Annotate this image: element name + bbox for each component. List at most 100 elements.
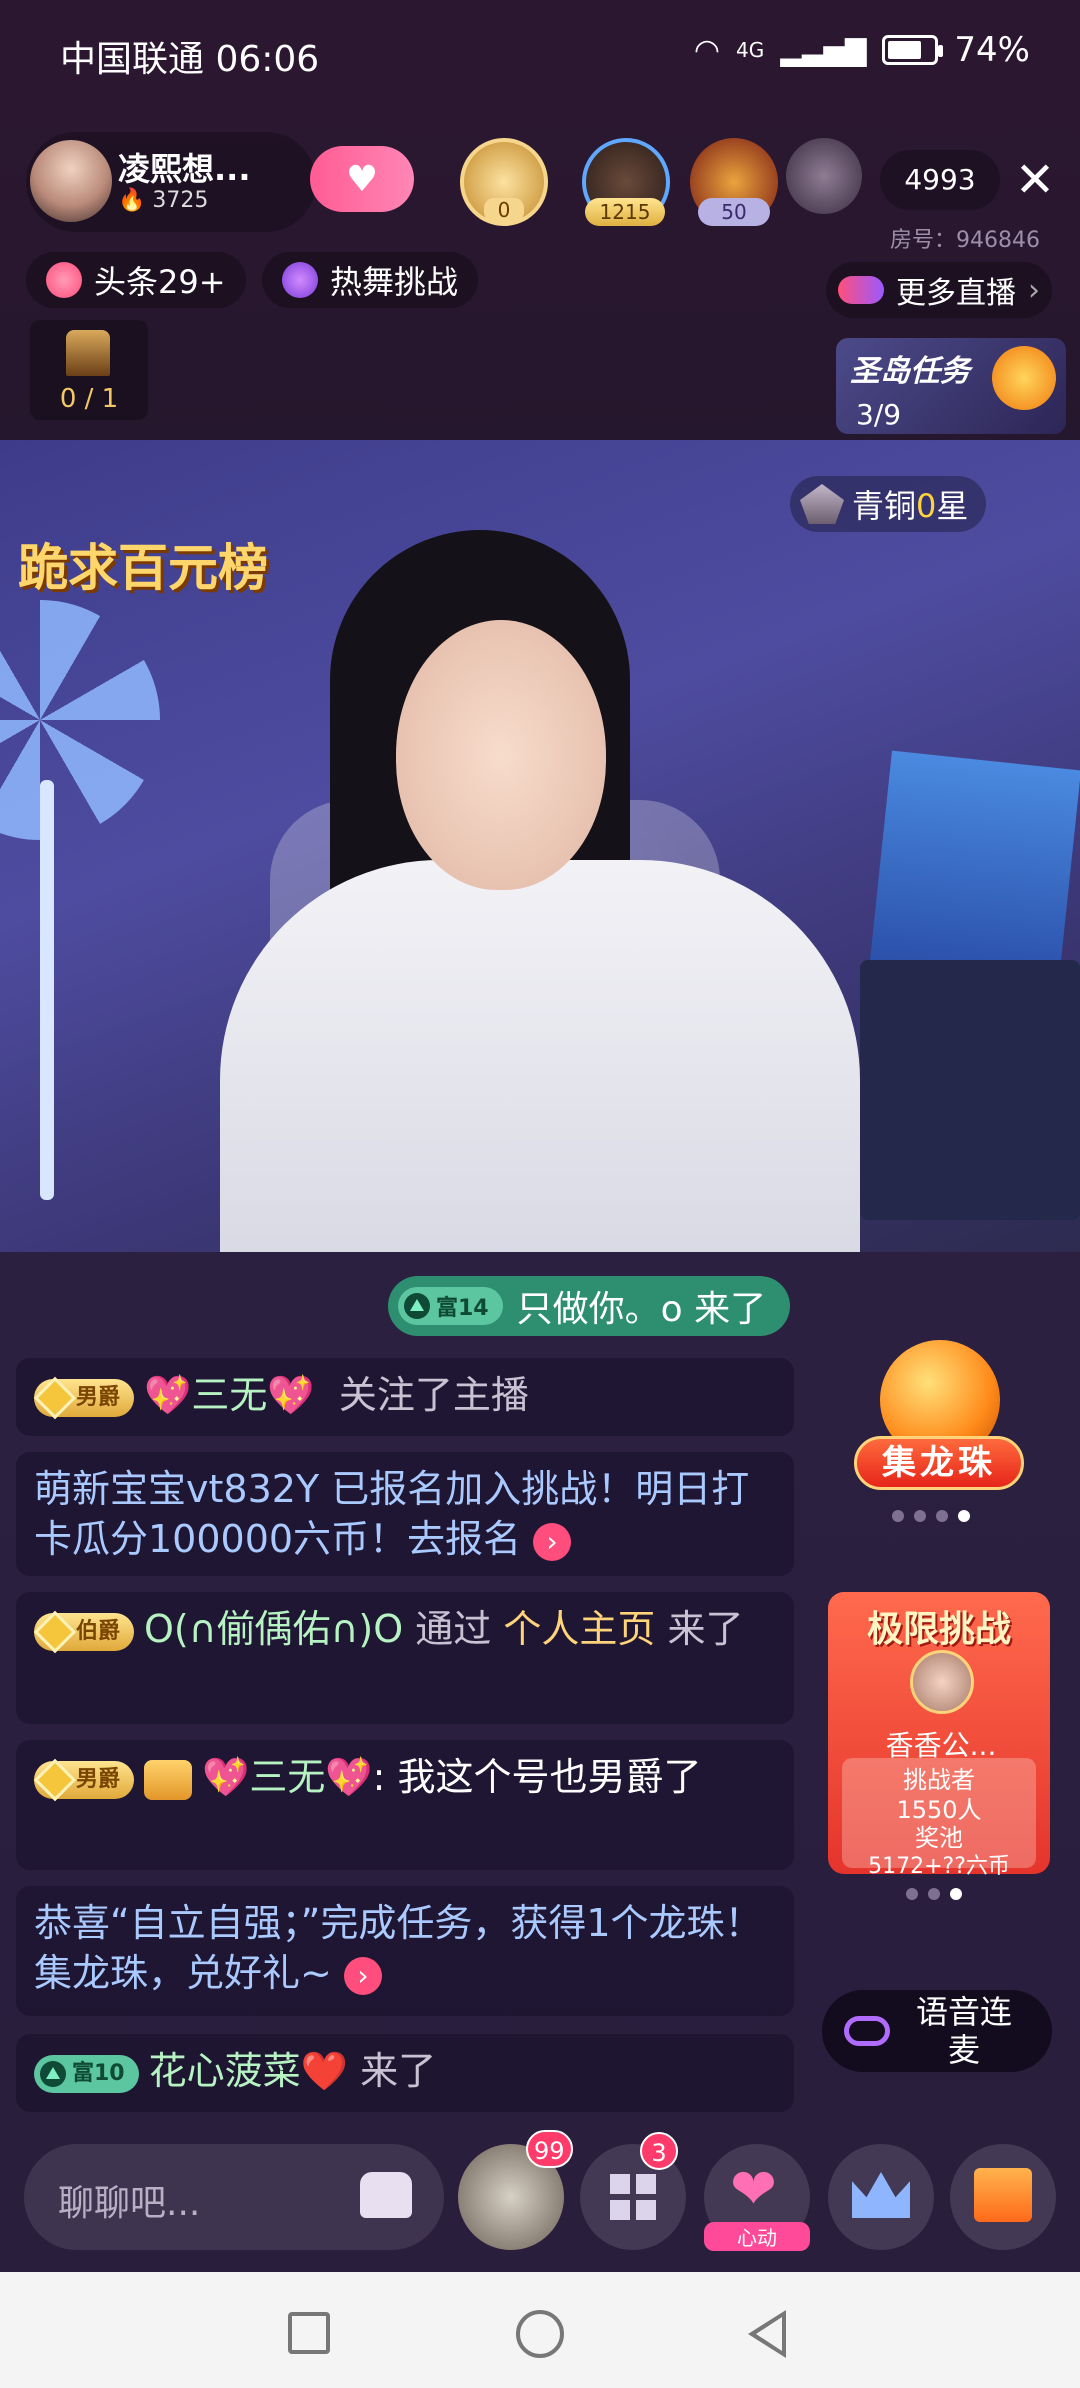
island-task-progress: 3/9 — [856, 398, 902, 431]
dragon-ball-label[interactable]: 集龙珠 — [854, 1436, 1024, 1490]
top-viewer-badge-2: 50 — [698, 198, 770, 226]
wifi-icon: ◠ — [693, 32, 721, 68]
host-heat: 🔥 3725 — [118, 188, 208, 213]
dance-challenge-label: 热舞挑战 — [330, 263, 459, 301]
noble-badge-text: 男爵 — [76, 1766, 121, 1792]
chevron-right-icon[interactable]: › — [533, 1522, 572, 1561]
noble-badge-text: 伯爵 — [76, 1618, 121, 1644]
battery-percent: 74% — [954, 30, 1030, 70]
chat-message[interactable]: 伯爵 O(∩偂偊佑∩)O 通过 个人主页 来了 — [16, 1592, 794, 1724]
rank-emblem-icon — [800, 484, 844, 524]
chat-nick[interactable]: 💖三无💖 — [144, 1373, 315, 1417]
chevron-right-icon[interactable]: › — [343, 1956, 382, 1995]
network-label: 4G — [736, 38, 765, 62]
heartbeat-label: 心动 — [704, 2222, 810, 2251]
chat-text: 关注了主播 — [338, 1373, 529, 1417]
battery-fill — [888, 41, 921, 59]
streamer-face — [396, 620, 606, 890]
live-icon — [838, 276, 884, 304]
signal-icon: ▂▃▅▇ — [780, 33, 867, 67]
chat-text: 来了 — [667, 1607, 744, 1651]
challenge-avatar — [910, 1650, 974, 1714]
unread-badge: 99 — [526, 2130, 573, 2168]
headline-label: 头条29+ — [94, 263, 226, 301]
diamond-icon — [33, 1376, 77, 1419]
chat-message[interactable]: 男爵 💖三无💖 关注了主播 — [16, 1358, 794, 1436]
flame-icon: 🔥 — [118, 188, 146, 213]
chat-pre: 通过 — [415, 1607, 492, 1651]
wealth-level-badge: 富14 — [398, 1287, 503, 1325]
chat-message[interactable]: 男爵 💖三无💖: 我这个号也男爵了 — [16, 1740, 794, 1870]
chevron-right-icon: › — [1028, 272, 1040, 308]
dance-challenge-pill[interactable]: 热舞挑战 — [262, 252, 479, 308]
top-viewer-badge-1: 1215 — [585, 198, 665, 226]
chat-message-system[interactable]: 萌新宝宝vt832Y 已报名加入挑战！明日打卡瓜分100000六币！去报名 › — [16, 1452, 794, 1576]
rank-star-unit: 星 — [936, 487, 969, 525]
heart-plus-icon: ♥ — [345, 158, 379, 200]
level-icon — [40, 2060, 66, 2087]
headline-pill[interactable]: 头条29+ — [26, 252, 246, 308]
streamer-body — [220, 860, 860, 1252]
recents-button[interactable] — [288, 2312, 330, 2354]
carrier-time: 中国联通 06:06 — [60, 39, 320, 80]
sofa-icon[interactable] — [360, 2172, 412, 2218]
challenge-title: 极限挑战 — [866, 1609, 1011, 1650]
wealth-level-text: 富14 — [436, 1296, 489, 1321]
back-button[interactable] — [748, 2310, 786, 2358]
chat-text: 萌新宝宝vt832Y 已报名加入挑战！明日打卡瓜分100000六币！去报名 — [34, 1467, 750, 1561]
link-icon — [844, 2016, 890, 2046]
online-count[interactable]: 4993 — [880, 150, 1000, 210]
voice-link-button[interactable]: 语音连麦 — [822, 1990, 1052, 2072]
chat-text: 来了 — [360, 2049, 437, 2093]
rank-star-number: 0 — [916, 487, 937, 525]
host-avatar[interactable] — [30, 140, 112, 222]
carousel-indicator — [892, 1510, 970, 1522]
top-viewer-avatar-3[interactable] — [786, 138, 862, 214]
level-icon — [404, 1293, 430, 1319]
chat-nick[interactable]: O(∩偂偊佑∩)O — [144, 1607, 403, 1651]
diamond-icon — [33, 1758, 77, 1801]
notification-badge: 3 — [640, 2132, 678, 2170]
room-number: 房号：946846 — [890, 228, 1040, 253]
user-card-icon — [144, 1759, 193, 1800]
more-live-label: 更多直播 — [896, 276, 1016, 311]
dance-icon — [282, 262, 318, 298]
noble-badge: 伯爵 — [33, 1610, 135, 1653]
island-task-title: 圣岛任务 — [850, 354, 970, 389]
home-button[interactable] — [516, 2310, 564, 2358]
rank-tier: 青铜 — [852, 487, 917, 525]
chat-nick[interactable]: 花心菠菜 — [149, 2049, 301, 2093]
slogan-text: 跪求百元榜 — [18, 539, 268, 597]
follow-button[interactable]: ♥ — [310, 146, 414, 212]
entry-text: 只做你。o 来了 — [516, 1289, 767, 1330]
rank-label: 青铜0星 — [852, 481, 968, 527]
host-name: 凌熙想... — [118, 150, 251, 188]
decor-poster — [869, 750, 1080, 990]
chat-message-system[interactable]: 恭喜“自立自强；”完成任务，获得1个龙珠！集龙珠，兑好礼~ › — [16, 1886, 794, 2016]
throne-icon — [66, 330, 110, 376]
host-heat-value: 3725 — [152, 188, 209, 213]
carousel-indicator — [906, 1888, 962, 1900]
decor-fan-stand — [40, 780, 54, 1200]
noble-badge: 男爵 — [33, 1376, 135, 1419]
diamond-icon — [33, 1610, 77, 1653]
heart-emoji: ❤️ — [300, 2049, 348, 2093]
voice-link-label: 语音连麦 — [915, 1993, 1012, 2069]
fire-icon — [46, 262, 82, 298]
profile-link[interactable]: 个人主页 — [503, 1607, 655, 1651]
decor-fan — [0, 600, 160, 840]
grid-icon — [610, 2174, 656, 2220]
status-icons: ◠ 4G ▂▃▅▇ 74% — [694, 30, 1030, 70]
chat-input-placeholder: 聊聊吧... — [58, 2183, 201, 2224]
rank-badge[interactable]: 青铜0星 — [790, 476, 987, 532]
seat-count: 0 / 1 — [59, 384, 119, 414]
chat-text: : 我这个号也男爵了 — [372, 1755, 702, 1799]
heart-icon: ❤ — [730, 2157, 777, 2222]
chat-nick[interactable]: 💖三无💖 — [202, 1755, 373, 1799]
entry-banner: 富14 只做你。o 来了 — [388, 1276, 791, 1336]
fan-club-level: 0 — [484, 198, 524, 222]
wealth-level-badge: 富10 — [34, 2054, 139, 2093]
more-live-button[interactable]: 更多直播 › — [826, 262, 1052, 318]
chat-message[interactable]: 富10 花心菠菜❤️ 来了 — [16, 2034, 794, 2112]
close-button[interactable]: ✕ — [1010, 150, 1060, 210]
